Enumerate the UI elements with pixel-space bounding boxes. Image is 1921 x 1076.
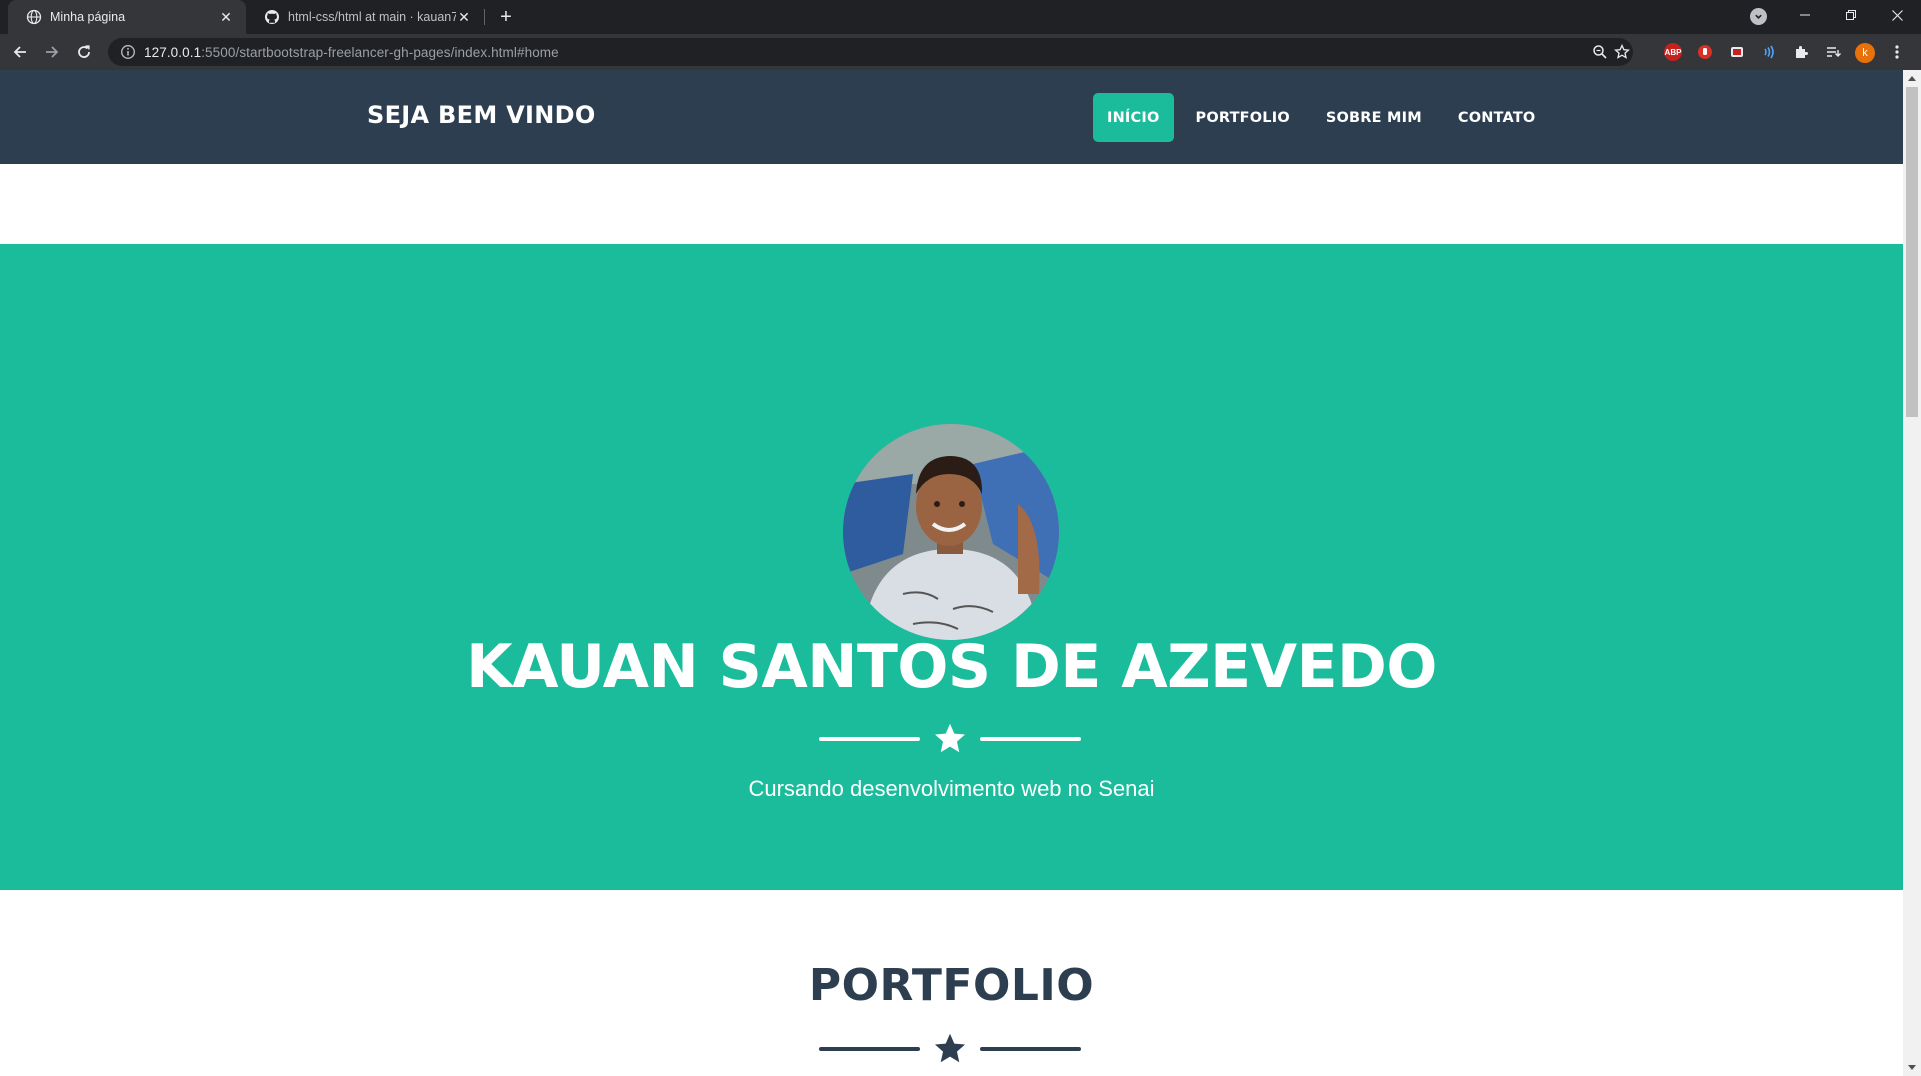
address-bar[interactable]: 127.0.0.1:5500/startbootstrap-freelancer… [108,38,1633,66]
new-tab-button[interactable]: + [494,5,518,29]
reload-icon[interactable] [72,40,96,64]
star-divider [819,722,1081,756]
tab-search-icon[interactable] [1750,8,1767,25]
browser-menu-icon[interactable] [1888,43,1906,61]
browser-toolbar: 127.0.0.1:5500/startbootstrap-freelancer… [0,34,1921,70]
masthead: KAUAN SANTOS DE AZEVEDO Cursando desenvo… [0,244,1903,890]
scroll-down-arrow-icon[interactable] [1908,1065,1916,1070]
scroll-up-arrow-icon[interactable] [1908,76,1916,81]
page-scrollbar[interactable] [1903,70,1921,1076]
divider-line [819,1047,920,1051]
minimize-icon[interactable] [1782,0,1828,30]
site-navbar: SEJA BEM VINDO INÍCIO PORTFOLIO SOBRE MI… [0,70,1903,164]
tab-minha-pagina[interactable]: Minha página ✕ [8,0,246,34]
nav-item-sobre-mim[interactable]: SOBRE MIM [1312,93,1436,142]
close-tab-icon[interactable]: ✕ [218,9,234,25]
site-info-icon[interactable] [120,44,136,60]
star-icon [920,723,980,755]
tab-title: html-css/html at main · kauan71( [288,10,456,24]
restore-icon[interactable] [1828,0,1874,30]
back-arrow-icon[interactable] [8,40,32,64]
github-icon [265,10,279,24]
url-text: 127.0.0.1:5500/startbootstrap-freelancer… [144,44,559,60]
profile-avatar-photo [843,424,1059,640]
star-icon [920,1033,980,1065]
divider-line [819,737,920,741]
close-window-icon[interactable] [1874,0,1920,30]
portfolio-star-divider [819,1032,1081,1066]
adblock-plus-icon[interactable]: ABP [1664,43,1682,61]
browser-tab-strip: Minha página ✕ html-css/html at main · k… [0,0,1921,34]
divider-line [980,1047,1081,1051]
close-tab-icon[interactable]: ✕ [456,9,472,25]
divider-line [980,737,1081,741]
nav-item-inicio[interactable]: INÍCIO [1093,93,1174,142]
nav-item-portfolio[interactable]: PORTFOLIO [1182,93,1304,142]
tab-github[interactable]: html-css/html at main · kauan71( ✕ [246,0,484,34]
nav-menu: INÍCIO PORTFOLIO SOBRE MIM CONTATO [1093,93,1557,142]
hand-stop-icon[interactable] [1696,43,1714,61]
profile-avatar[interactable]: k [1855,43,1875,63]
site-brand[interactable]: SEJA BEM VINDO [367,101,596,129]
bookmark-star-icon[interactable] [1614,44,1630,60]
forward-arrow-icon[interactable] [40,40,64,64]
globe-icon [26,9,42,25]
extension-red-icon[interactable] [1728,43,1746,61]
reading-list-icon[interactable] [1824,43,1842,61]
page-viewport: SEJA BEM VINDO INÍCIO PORTFOLIO SOBRE MI… [0,70,1903,1076]
portfolio-heading: PORTFOLIO [808,960,1095,1011]
tab-title: Minha página [50,10,126,24]
scrollbar-thumb[interactable] [1906,87,1918,417]
extensions-puzzle-icon[interactable] [1792,43,1810,61]
nav-item-contato[interactable]: CONTATO [1444,93,1550,142]
wave-extension-icon[interactable] [1760,43,1778,61]
masthead-subheading: Cursando desenvolvimento web no Senai [748,776,1155,801]
tab-separator [484,9,485,25]
zoom-icon[interactable] [1592,44,1608,60]
masthead-heading: KAUAN SANTOS DE AZEVEDO [466,632,1437,702]
